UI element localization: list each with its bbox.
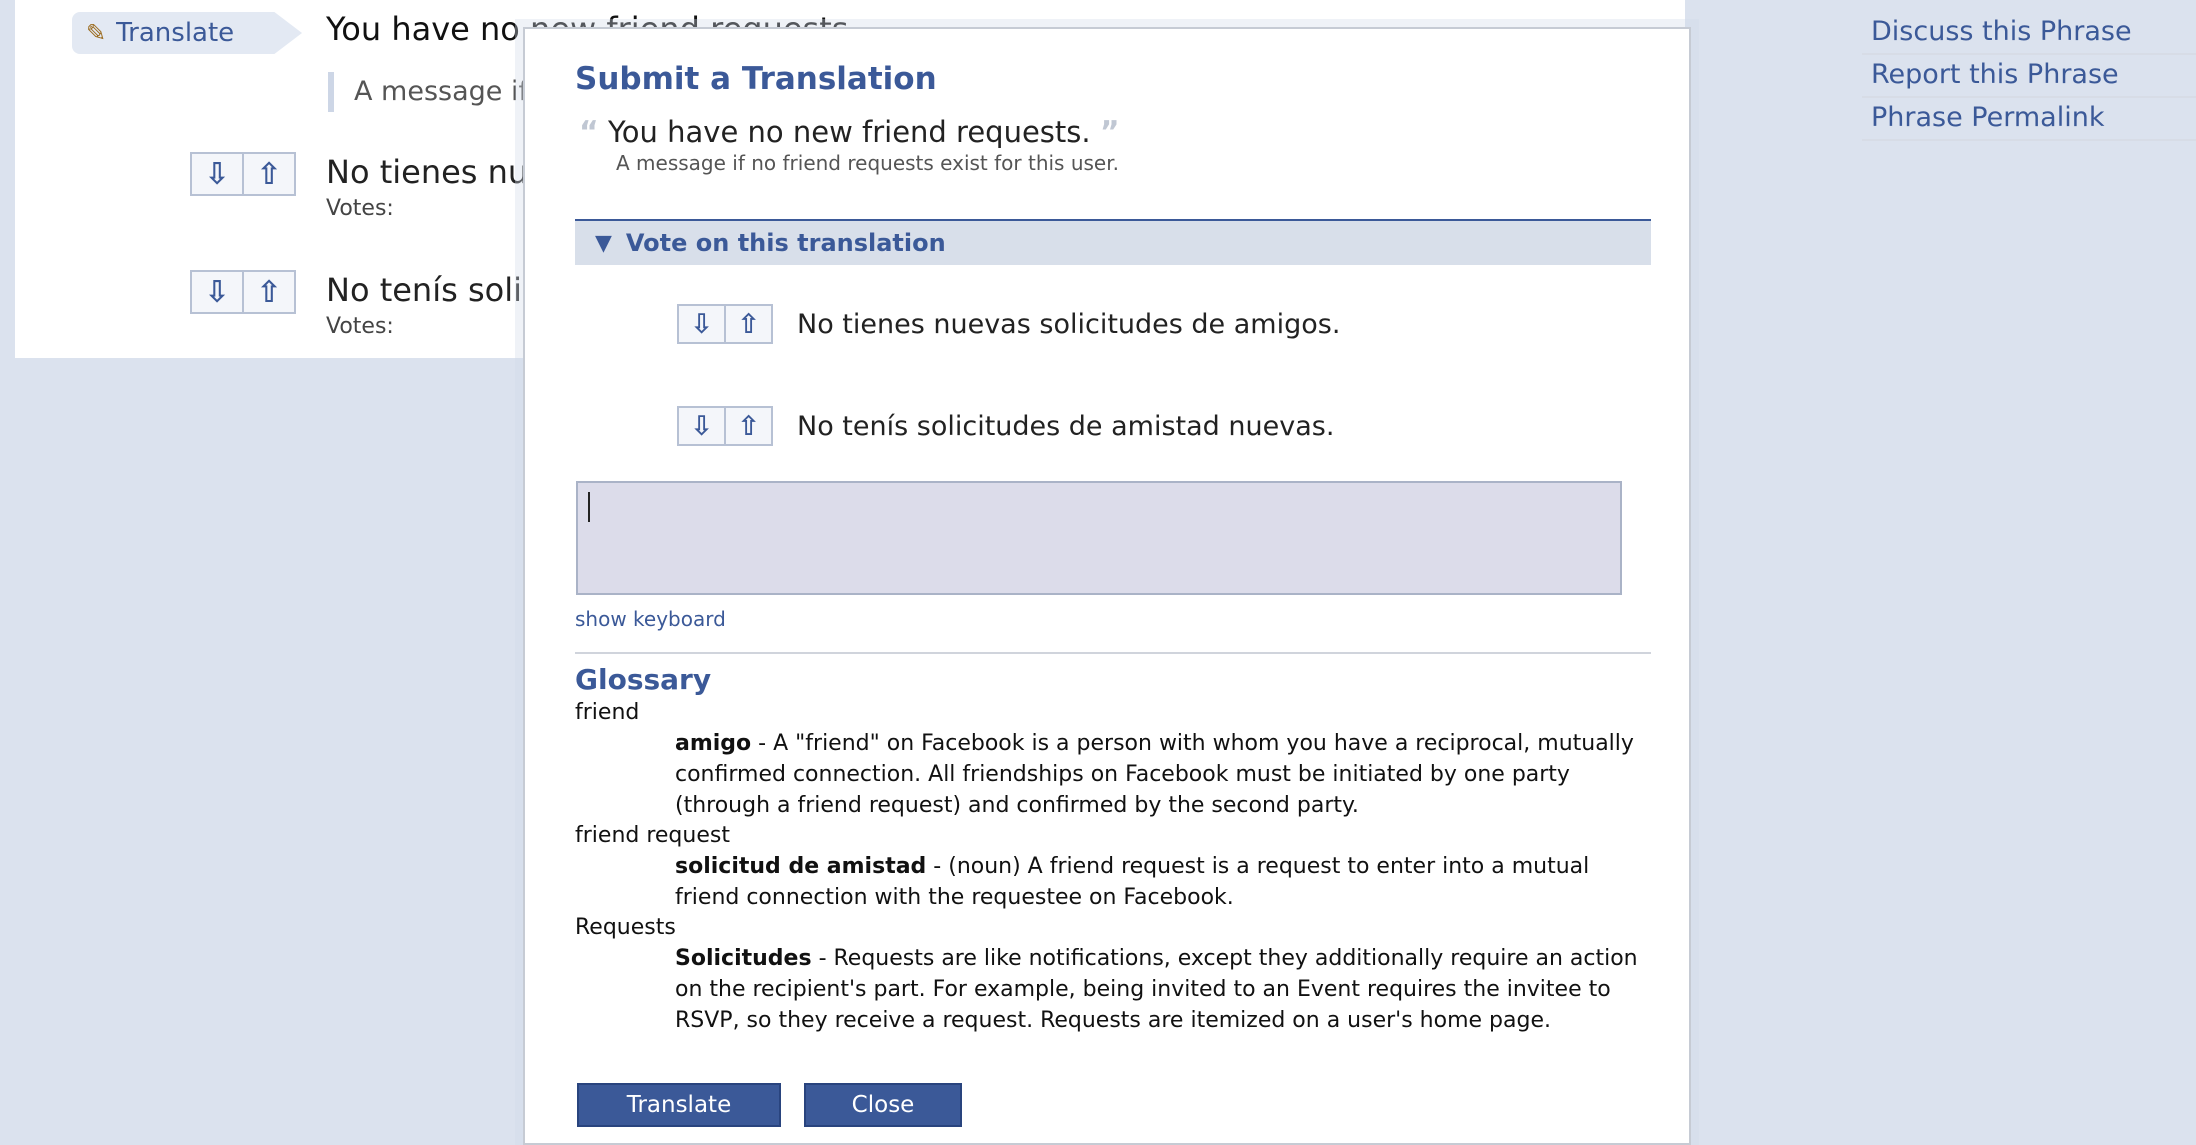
phrase-actions: Discuss this Phrase Report this Phrase P… xyxy=(1862,12,2196,141)
down-arrow-icon: ⇩ xyxy=(690,410,713,442)
up-arrow-icon: ⇧ xyxy=(737,410,760,442)
dialog-title: Submit a Translation xyxy=(575,61,937,97)
glossary-entry: friend request solicitud de amistad - (n… xyxy=(575,820,1655,913)
down-arrow-icon: ⇩ xyxy=(204,156,230,192)
vote-up-button[interactable]: ⇧ xyxy=(724,408,771,444)
up-arrow-icon: ⇧ xyxy=(737,308,760,340)
vote-down-button[interactable]: ⇩ xyxy=(679,306,724,342)
dialog-phrase: “ You have no new friend requests. ” xyxy=(579,115,1120,150)
vote-down-button[interactable]: ⇩ xyxy=(679,408,724,444)
vote-down-button[interactable]: ⇩ xyxy=(192,272,242,312)
show-keyboard-link[interactable]: show keyboard xyxy=(575,607,726,631)
vote-up-button[interactable]: ⇧ xyxy=(724,306,771,342)
vote-down-button[interactable]: ⇩ xyxy=(192,154,242,194)
dialog-phrase-text: You have no new friend requests. xyxy=(607,115,1091,149)
translate-tab[interactable]: ✎ Translate xyxy=(72,12,302,54)
down-arrow-icon: ⇩ xyxy=(204,274,230,310)
glossary-definition: solicitud de amistad - (noun) A friend r… xyxy=(575,851,1655,913)
phrase-permalink-link[interactable]: Phrase Permalink xyxy=(1862,98,2196,141)
translate-tab-label: Translate xyxy=(116,18,235,48)
submit-translation-dialog: Submit a Translation “ You have no new f… xyxy=(523,27,1691,1145)
close-quote-icon: ” xyxy=(1099,115,1120,150)
divider xyxy=(575,652,1651,654)
discuss-phrase-link[interactable]: Discuss this Phrase xyxy=(1862,12,2196,55)
open-quote-icon: “ xyxy=(579,115,599,150)
vote-up-button[interactable]: ⇧ xyxy=(242,272,294,312)
translate-button[interactable]: Translate xyxy=(577,1083,781,1127)
glossary-term: friend request xyxy=(575,823,730,848)
glossary-translation: amigo xyxy=(675,731,752,756)
glossary-definition: amigo - A "friend" on Facebook is a pers… xyxy=(575,728,1655,821)
pencil-icon: ✎ xyxy=(86,19,107,47)
dialog-phrase-description: A message if no friend requests exist fo… xyxy=(616,151,1119,175)
vote-buttons: ⇩ ⇧ xyxy=(677,406,773,446)
down-arrow-icon: ⇩ xyxy=(690,308,713,340)
up-arrow-icon: ⇧ xyxy=(256,274,282,310)
text-caret xyxy=(588,492,590,522)
triangle-down-icon: ▼ xyxy=(595,230,612,256)
vote-up-button[interactable]: ⇧ xyxy=(242,154,294,194)
vote-item: ⇩ ⇧ No tenís solicitudes de amistad nuev… xyxy=(677,406,1334,446)
glossary-term: Requests xyxy=(575,915,676,940)
glossary-definition: Solicitudes - Requests are like notifica… xyxy=(575,943,1655,1036)
vote-buttons: ⇩ ⇧ xyxy=(677,304,773,344)
glossary-entry: Requests Solicitudes - Requests are like… xyxy=(575,912,1655,1036)
vote-buttons: ⇩ ⇧ xyxy=(190,270,296,314)
glossary-entry: friend amigo - A "friend" on Facebook is… xyxy=(575,697,1655,821)
translation-input[interactable] xyxy=(576,481,1622,595)
vote-section-label: Vote on this translation xyxy=(625,229,946,257)
glossary-definition-text: - A "friend" on Facebook is a person wit… xyxy=(675,731,1634,818)
vote-item-text: No tienes nuevas solicitudes de amigos. xyxy=(797,308,1341,340)
glossary-term: friend xyxy=(575,700,640,725)
vote-buttons: ⇩ ⇧ xyxy=(190,152,296,196)
vote-item: ⇩ ⇧ No tienes nuevas solicitudes de amig… xyxy=(677,304,1340,344)
glossary-definition-text: - Requests are like notifications, excep… xyxy=(675,946,1638,1033)
close-button[interactable]: Close xyxy=(804,1083,962,1127)
up-arrow-icon: ⇧ xyxy=(256,156,282,192)
glossary-translation: solicitud de amistad xyxy=(675,854,927,879)
vote-section-toggle[interactable]: ▼ Vote on this translation xyxy=(575,219,1651,265)
vote-item-text: No tenís solicitudes de amistad nuevas. xyxy=(797,410,1335,442)
glossary-translation: Solicitudes xyxy=(675,946,812,971)
glossary-title: Glossary xyxy=(575,663,712,696)
report-phrase-link[interactable]: Report this Phrase xyxy=(1862,55,2196,98)
